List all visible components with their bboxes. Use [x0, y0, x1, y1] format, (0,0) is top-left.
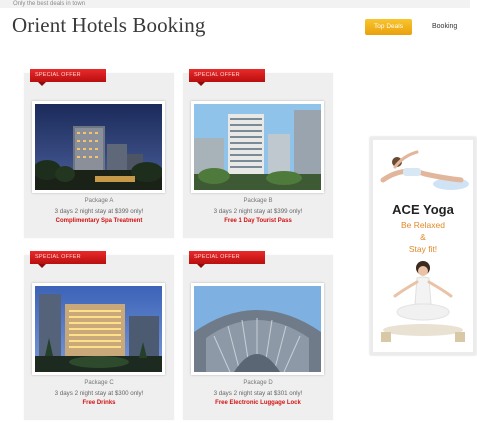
- top-strip: Only the best deals in town: [0, 0, 470, 8]
- offer-card-package-c[interactable]: SPECIAL OFFER Package C 3 days 2 night s…: [24, 251, 174, 420]
- ad-title: ACE Yoga: [392, 202, 454, 217]
- package-bonus[interactable]: Free Electronic Luggage Lock: [183, 400, 333, 406]
- offer-card-package-b[interactable]: SPECIAL OFFER Package B 3 days 2 night s…: [183, 69, 333, 238]
- hotel-night-photo[interactable]: [32, 101, 165, 193]
- site-tagline: Only the best deals in town: [13, 1, 86, 7]
- special-offer-ribbon: SPECIAL OFFER: [189, 251, 265, 268]
- offer-card-package-a[interactable]: SPECIAL OFFER Package A 3 days 2 night s…: [24, 69, 174, 238]
- package-name: Package B: [243, 198, 273, 204]
- package-bonus[interactable]: Complimentary Spa Treatment: [24, 218, 174, 224]
- special-offer-ribbon: SPECIAL OFFER: [189, 69, 265, 86]
- package-bonus[interactable]: Free 1 Day Tourist Pass: [183, 218, 333, 224]
- yoga-stretch-illustration: [373, 140, 473, 200]
- special-offer-ribbon: SPECIAL OFFER: [30, 251, 106, 268]
- package-name: Package A: [84, 198, 114, 204]
- hotel-dusk-photo[interactable]: [32, 283, 165, 375]
- special-offer-ribbon: SPECIAL OFFER: [30, 69, 106, 86]
- hotel-arch-photo[interactable]: [191, 283, 324, 375]
- yoga-ad-content: ACE Yoga Be Relaxed & Stay fit!: [373, 140, 473, 352]
- offer-card-package-d[interactable]: SPECIAL OFFER Package D 3 days 2 night s…: [183, 251, 333, 420]
- package-name: Package C: [84, 380, 114, 386]
- package-description: 3 days 2 night stay at $399 only!: [54, 208, 144, 215]
- hotel-arch-image: [194, 286, 321, 372]
- nav-top-deals-button[interactable]: Top Deals: [365, 19, 412, 35]
- yoga-ad-banner[interactable]: ACE Yoga Be Relaxed & Stay fit!: [370, 137, 476, 355]
- yoga-meditation-illustration: [373, 256, 473, 352]
- ad-line-relaxed: Be Relaxed: [401, 220, 445, 230]
- package-name: Package D: [243, 380, 273, 386]
- hotel-tower-image: [194, 104, 321, 190]
- hotel-tower-photo[interactable]: [191, 101, 324, 193]
- ad-line-stay-fit: Stay fit!: [408, 244, 438, 254]
- nav-booking-link[interactable]: Booking: [432, 23, 457, 30]
- hotel-night-image: [35, 104, 162, 190]
- hotel-dusk-image: [35, 286, 162, 372]
- ad-line-ampersand: &: [420, 232, 426, 242]
- package-description: 3 days 2 night stay at $399 only!: [213, 208, 303, 215]
- package-bonus[interactable]: Free Drinks: [24, 400, 174, 406]
- site-title: Orient Hotels Booking: [12, 13, 206, 37]
- package-description: 3 days 2 night stay at $300 only!: [54, 390, 144, 397]
- package-description: 3 days 2 night stay at $301 only!: [213, 390, 303, 397]
